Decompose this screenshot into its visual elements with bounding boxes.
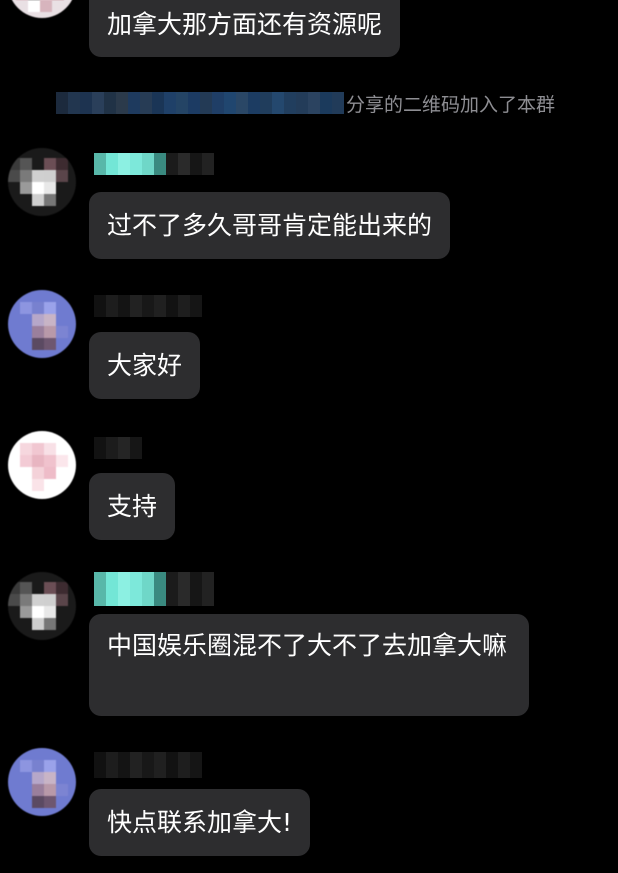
avatar[interactable] [8, 148, 76, 216]
message-text: 快点联系加拿大! [107, 808, 293, 837]
message-bubble[interactable]: 过不了多久哥哥肯定能出来的 [89, 192, 451, 259]
message-text: 支持 [107, 492, 158, 521]
message-bubble[interactable]: 中国娱乐圈混不了大不了去加拿大嘛 [89, 614, 529, 716]
system-notice: 分享的二维码加入了本群 [56, 90, 555, 116]
message-text: 中国娱乐圈混不了大不了去加拿大嘛 [107, 631, 508, 660]
blurred-username [56, 92, 344, 114]
message-text: 大家好 [107, 351, 183, 380]
avatar[interactable] [8, 431, 76, 499]
blurred-username [94, 752, 202, 778]
blurred-username [94, 572, 214, 606]
blurred-username [94, 153, 214, 175]
message-bubble[interactable]: 支持 [89, 473, 176, 540]
message-bubble[interactable]: 加拿大那方面还有资源呢 [89, 0, 401, 57]
message-text: 加拿大那方面还有资源呢 [107, 10, 383, 39]
chat-window: 加拿大那方面还有资源呢 分享的二维码加入了本群 过不了多久哥哥肯定能出来的 大家… [0, 0, 618, 873]
blurred-username [94, 437, 142, 459]
message-bubble[interactable]: 快点联系加拿大! [89, 789, 311, 856]
avatar[interactable] [8, 0, 76, 18]
message-text: 过不了多久哥哥肯定能出来的 [107, 211, 433, 240]
avatar[interactable] [8, 290, 76, 358]
avatar[interactable] [8, 572, 76, 640]
message-bubble[interactable]: 大家好 [89, 332, 201, 399]
system-notice-text: 分享的二维码加入了本群 [346, 93, 556, 116]
blurred-username [94, 295, 202, 317]
avatar[interactable] [8, 748, 76, 816]
